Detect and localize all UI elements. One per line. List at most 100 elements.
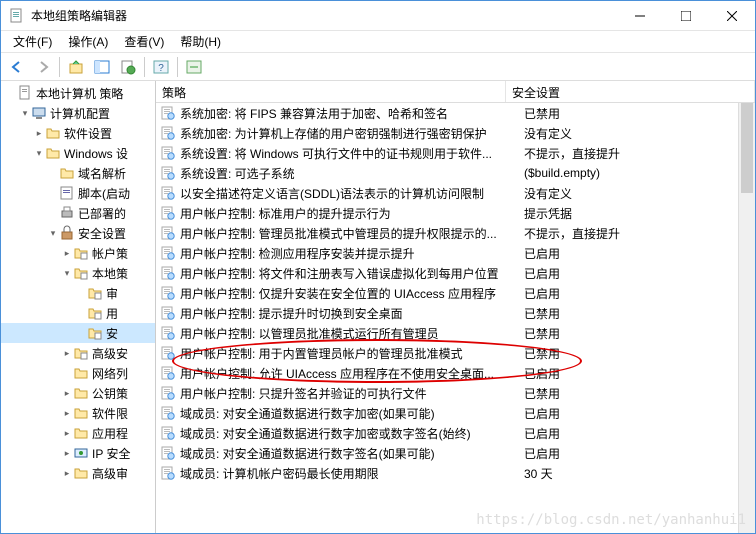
vertical-scrollbar[interactable] xyxy=(738,103,755,533)
tree-node[interactable]: 审 xyxy=(1,283,155,303)
policy-setting: 已启用 xyxy=(524,425,560,442)
tree-node[interactable]: ▾安全设置 xyxy=(1,223,155,243)
expander-icon[interactable]: ▾ xyxy=(47,228,59,239)
policy-row[interactable]: 用户帐户控制: 管理员批准模式中管理员的提升权限提示的...不提示，直接提升 xyxy=(156,223,755,243)
policy-row[interactable]: 系统设置: 将 Windows 可执行文件中的证书规则用于软件...不提示，直接… xyxy=(156,143,755,163)
policy-icon xyxy=(160,325,176,341)
tree-node[interactable]: 用 xyxy=(1,303,155,323)
tree-node[interactable]: ▾ 本地策 xyxy=(1,263,155,283)
tree-node[interactable]: ▾计算机配置 xyxy=(1,103,155,123)
menu-file[interactable]: 文件(F) xyxy=(5,31,60,52)
policy-row[interactable]: 用户帐户控制: 用于内置管理员帐户的管理员批准模式已禁用 xyxy=(156,343,755,363)
scrollbar-thumb[interactable] xyxy=(741,103,753,193)
policy-row[interactable]: 域成员: 对安全通道数据进行数字签名(如果可能)已启用 xyxy=(156,443,755,463)
col-setting[interactable]: 安全设置 xyxy=(506,81,755,102)
expander-icon[interactable]: ▸ xyxy=(61,428,73,439)
policy-icon xyxy=(160,265,176,281)
tree-label: 用 xyxy=(106,305,118,322)
show-hide-tree-button[interactable] xyxy=(90,55,114,79)
forward-button[interactable] xyxy=(31,55,55,79)
tree-node[interactable]: ▸公钥策 xyxy=(1,383,155,403)
policy-name: 用户帐户控制: 仅提升安装在安全位置的 UIAccess 应用程序 xyxy=(180,285,524,302)
folder2-icon xyxy=(73,245,89,261)
tree-panel[interactable]: 本地计算机 策略▾计算机配置▸软件设置 ▾ Windows 设域名解析脚本(启动已部… xyxy=(1,81,156,533)
tree-label: 应用程 xyxy=(92,425,128,442)
export-button[interactable] xyxy=(116,55,140,79)
policy-row[interactable]: 用户帐户控制: 仅提升安装在安全位置的 UIAccess 应用程序已启用 xyxy=(156,283,755,303)
policy-setting: 已启用 xyxy=(524,365,560,382)
tree-node[interactable]: 脚本(启动 xyxy=(1,183,155,203)
policy-row[interactable]: 域成员: 计算机帐户密码最长使用期限30 天 xyxy=(156,463,755,483)
policy-setting: 已启用 xyxy=(524,285,560,302)
tree-node[interactable]: ▸高级审 xyxy=(1,463,155,483)
expander-icon[interactable]: ▾ xyxy=(61,268,73,279)
window-title: 本地组策略编辑器 xyxy=(31,7,617,24)
policy-row[interactable]: 以安全描述符定义语言(SDDL)语法表示的计算机访问限制没有定义 xyxy=(156,183,755,203)
expander-icon[interactable]: ▾ xyxy=(33,148,45,159)
tree-node[interactable]: ▸ 帐户策 xyxy=(1,243,155,263)
policy-icon xyxy=(160,245,176,261)
tree-label: 域名解析 xyxy=(78,165,126,182)
tree-node[interactable]: ▸高级安 xyxy=(1,343,155,363)
policy-row[interactable]: 域成员: 对安全通道数据进行数字加密(如果可能)已启用 xyxy=(156,403,755,423)
policy-name: 用户帐户控制: 将文件和注册表写入错误虚拟化到每用户位置 xyxy=(180,265,524,282)
folder2-icon xyxy=(87,325,103,341)
expander-icon[interactable]: ▸ xyxy=(61,408,73,419)
menu-view[interactable]: 查看(V) xyxy=(116,31,172,52)
tree-node[interactable]: ▾ Windows 设 xyxy=(1,143,155,163)
back-button[interactable] xyxy=(5,55,29,79)
policy-setting: 已禁用 xyxy=(524,305,560,322)
policy-icon xyxy=(160,125,176,141)
expander-icon[interactable]: ▸ xyxy=(61,468,73,479)
policy-setting: 已启用 xyxy=(524,245,560,262)
tree-node[interactable]: ▸软件设置 xyxy=(1,123,155,143)
expander-icon[interactable]: ▸ xyxy=(61,388,73,399)
policy-row[interactable]: 用户帐户控制: 只提升签名并验证的可执行文件已禁用 xyxy=(156,383,755,403)
policy-icon xyxy=(160,205,176,221)
help-button[interactable]: ? xyxy=(149,55,173,79)
tree-node[interactable]: ▸软件限 xyxy=(1,403,155,423)
tree-node[interactable]: 网络列 xyxy=(1,363,155,383)
expander-icon[interactable]: ▸ xyxy=(61,448,73,459)
tree-label: Windows 设 xyxy=(64,145,128,162)
maximize-button[interactable] xyxy=(663,1,709,31)
tree-node[interactable]: ▸ 应用程 xyxy=(1,423,155,443)
expander-icon[interactable]: ▸ xyxy=(61,248,73,259)
tree-node[interactable]: 安 xyxy=(1,323,155,343)
policy-row[interactable]: 系统设置: 可选子系统($build.empty) xyxy=(156,163,755,183)
tree-node[interactable]: 域名解析 xyxy=(1,163,155,183)
tree-node[interactable]: ▸IP 安全 xyxy=(1,443,155,463)
policy-row[interactable]: 域成员: 对安全通道数据进行数字加密或数字签名(始终)已启用 xyxy=(156,423,755,443)
tree-label: 网络列 xyxy=(92,365,128,382)
tree-label: 帐户策 xyxy=(92,245,128,262)
policy-setting: 提示凭据 xyxy=(524,205,572,222)
up-button[interactable] xyxy=(64,55,88,79)
tree-node[interactable]: 本地计算机 策略 xyxy=(1,83,155,103)
tree-node[interactable]: 已部署的 xyxy=(1,203,155,223)
policy-name: 系统设置: 将 Windows 可执行文件中的证书规则用于软件... xyxy=(180,145,524,162)
expander-icon[interactable]: ▸ xyxy=(61,348,73,359)
script-icon xyxy=(59,185,75,201)
tree-label: 本地策 xyxy=(92,265,128,282)
filter-button[interactable] xyxy=(182,55,206,79)
policy-row[interactable]: 用户帐户控制: 标准用户的提升提示行为提示凭据 xyxy=(156,203,755,223)
policy-row[interactable]: 用户帐户控制: 提示提升时切换到安全桌面已禁用 xyxy=(156,303,755,323)
policy-row[interactable]: 用户帐户控制: 以管理员批准模式运行所有管理员已禁用 xyxy=(156,323,755,343)
folder-icon xyxy=(73,465,89,481)
menu-action[interactable]: 操作(A) xyxy=(60,31,116,52)
toolbar: ? xyxy=(1,53,755,81)
expander-icon[interactable]: ▸ xyxy=(33,128,45,139)
policy-row[interactable]: 系统加密: 为计算机上存储的用户密钥强制进行强密钥保护没有定义 xyxy=(156,123,755,143)
policy-row[interactable]: 用户帐户控制: 检测应用程序安装并提示提升已启用 xyxy=(156,243,755,263)
folder-icon xyxy=(73,385,89,401)
minimize-button[interactable] xyxy=(617,1,663,31)
policy-row[interactable]: 用户帐户控制: 将文件和注册表写入错误虚拟化到每用户位置已启用 xyxy=(156,263,755,283)
policy-name: 用户帐户控制: 用于内置管理员帐户的管理员批准模式 xyxy=(180,345,524,362)
col-policy[interactable]: 策略 xyxy=(156,81,506,102)
policy-row[interactable]: 用户帐户控制: 允许 UIAccess 应用程序在不使用安全桌面...已启用 xyxy=(156,363,755,383)
policy-row[interactable]: 系统加密: 将 FIPS 兼容算法用于加密、哈希和签名已禁用 xyxy=(156,103,755,123)
close-button[interactable] xyxy=(709,1,755,31)
expander-icon[interactable]: ▾ xyxy=(19,108,31,119)
policy-name: 用户帐户控制: 标准用户的提升提示行为 xyxy=(180,205,524,222)
menu-help[interactable]: 帮助(H) xyxy=(172,31,229,52)
